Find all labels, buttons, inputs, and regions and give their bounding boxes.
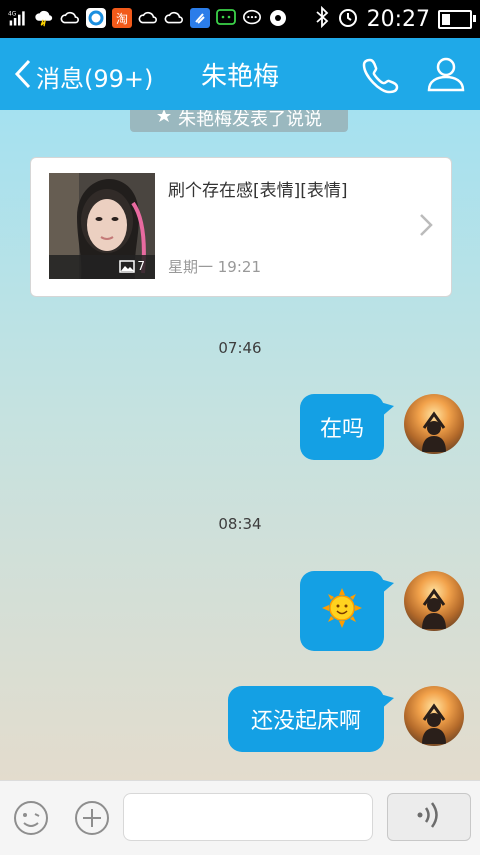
message-text: 在吗 (319, 417, 364, 442)
person-icon[interactable] (426, 54, 466, 94)
message-text: 还没起床啊 (250, 709, 361, 734)
music-icon (268, 7, 288, 29)
image-count-text: 7 (137, 259, 145, 273)
chevron-right-icon (419, 213, 433, 241)
battery-icon (438, 9, 476, 29)
bluetooth-icon (315, 5, 329, 32)
taobao-icon: 淘 (112, 7, 132, 29)
voice-button[interactable] (387, 793, 471, 841)
message-bubble[interactable] (300, 571, 394, 651)
cloud-icon (60, 7, 80, 29)
weather-icon (34, 7, 54, 29)
page-title: 朱艳梅 (200, 62, 279, 92)
clock-time: 20:27 (366, 6, 430, 32)
voice-icon (414, 799, 444, 835)
back-label: 消息(99+) (36, 64, 154, 93)
post-date: 星期一 19:21 (168, 258, 261, 276)
qq-browser-icon (86, 7, 106, 29)
chevron-left-icon (14, 58, 32, 94)
avatar[interactable] (404, 394, 464, 454)
chat-area[interactable]: 朱艳梅发表了说说 7 刷个存在感[表情][表情] 星期一 19:21 07:46… (0, 110, 480, 780)
cloud-icon (138, 7, 158, 29)
post-card[interactable]: 7 刷个存在感[表情][表情] 星期一 19:21 (30, 157, 452, 297)
message-bubble[interactable]: 还没起床啊 (228, 686, 394, 752)
post-text: 刷个存在感[表情][表情] (168, 181, 348, 201)
svg-text:4G: 4G (8, 12, 17, 18)
feed-notice[interactable]: 朱艳梅发表了说说 (130, 110, 348, 132)
image-count-badge: 7 (119, 259, 145, 273)
sun-emoji-icon (320, 586, 364, 636)
status-bar: 4G 淘 20:27 (0, 0, 480, 38)
cleaner-icon (190, 7, 210, 29)
alarm-icon (337, 6, 359, 32)
post-thumbnail: 7 (49, 173, 155, 279)
timestamp: 07:46 (218, 339, 262, 357)
image-icon (119, 259, 136, 273)
message-icon (242, 7, 262, 29)
smiley-icon (12, 801, 50, 841)
emoji-button[interactable] (12, 799, 50, 837)
wechat-icon (216, 7, 236, 29)
plus-icon (73, 801, 111, 841)
phone-icon[interactable] (362, 54, 402, 94)
avatar[interactable] (404, 686, 464, 746)
star-icon (156, 110, 172, 129)
plus-button[interactable] (73, 799, 111, 837)
message-bubble[interactable]: 在吗 (300, 394, 394, 460)
input-bar (0, 780, 480, 855)
back-button[interactable]: 消息(99+) (14, 58, 153, 94)
title-bar: 消息(99+) 朱艳梅 (0, 38, 480, 110)
notice-text: 朱艳梅发表了说说 (178, 110, 322, 130)
signal-icon: 4G (8, 7, 28, 29)
timestamp: 08:34 (218, 515, 262, 533)
avatar[interactable] (404, 571, 464, 631)
cloud-icon (164, 7, 184, 29)
message-input[interactable] (123, 793, 373, 841)
svg-text:淘: 淘 (116, 12, 128, 26)
